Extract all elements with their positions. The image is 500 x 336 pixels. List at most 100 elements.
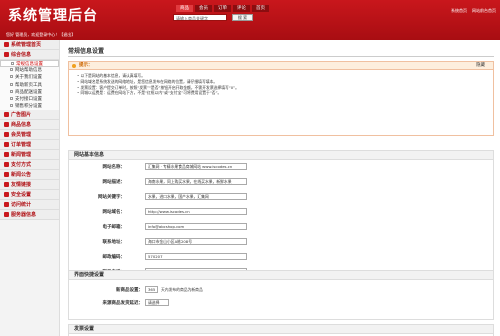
postcode-input[interactable]: 570207	[145, 253, 247, 260]
sidebar-group-news-admin[interactable]: 新闻管理	[0, 150, 59, 161]
form-row: 邮政编码： 570207	[69, 250, 493, 265]
sidebar-group-products[interactable]: 商品信息	[0, 120, 59, 131]
sidebar-item-payment[interactable]: 支付接口设置	[0, 95, 59, 104]
field-label: 邮政编码：	[102, 255, 126, 260]
form-row: 网站关键字： 水果，进口水果，国产水果，汇集网	[69, 190, 493, 205]
form-row: 网站名称： 汇集网 · 专精水果食品商城网站 www.iscodes.cn	[69, 160, 493, 175]
sidebar-group-links[interactable]: 友情链接	[0, 180, 59, 191]
search-bar: 请输入商品关键字 搜 索	[173, 14, 253, 21]
sidebar-item-label: 帮助新页工具	[15, 82, 42, 88]
sidebar-group-label: 广告图片	[11, 112, 32, 119]
email-input[interactable]: info@abcshop.com	[145, 223, 247, 230]
sidebar-item-help-tool[interactable]: 帮助新页工具	[0, 81, 59, 89]
folder-icon	[4, 132, 9, 138]
sidebar-group-label: 新闻公告	[11, 172, 32, 179]
sidebar-group-server[interactable]: 服务器信息	[0, 210, 59, 221]
sidebar-item-help[interactable]: 网站帮助信息	[0, 67, 59, 75]
sidebar-item-about[interactable]: 关于我们设置	[0, 74, 59, 82]
tips-list: 以下是网站的基本信息，请认真填写。 网站域名是系统发送的网络地址，是您信息发布在…	[69, 70, 493, 99]
doc-icon	[10, 68, 13, 72]
sidebar-item-label: 网站帮助信息	[15, 68, 42, 74]
field-label: 网站域名：	[102, 210, 126, 215]
doc-icon	[10, 82, 13, 86]
form-row: 网站描述： 海南水果，同上购买水果，在线买水果，新鲜水果	[69, 175, 493, 190]
title-divider	[68, 56, 494, 57]
nav-tab-members[interactable]: 会员	[195, 5, 212, 12]
sidebar-group-payment[interactable]: 支付方式	[0, 160, 59, 171]
welcome-text: 您好 管理员，欢迎登录中心！【退出】	[6, 32, 76, 37]
nav-tab-home[interactable]: 首页	[252, 5, 269, 12]
lightbulb-icon	[72, 64, 76, 68]
site-name-input[interactable]: 汇集网 · 专精水果食品商城网站 www.iscodes.cn	[145, 163, 247, 170]
form-row: 新商品设置： 365 天内发布的商品为新商品	[69, 283, 493, 296]
top-nav: 商品 会员 订单 评论 首页	[176, 5, 269, 12]
tips-title: 提示：	[79, 63, 93, 68]
field-label: 来源商品发货延迟：	[102, 301, 144, 306]
field-label: 电子邮箱：	[102, 225, 126, 230]
folder-icon	[4, 182, 9, 188]
frontend-home-link[interactable]: 网站前台首页	[472, 8, 496, 14]
system-home-link[interactable]: 系统首页	[451, 8, 467, 14]
section-header: 网站基本信息	[69, 151, 493, 160]
nav-tab-products[interactable]: 商品	[176, 5, 193, 12]
section-header: 发票设置	[69, 325, 493, 334]
new-product-days-input[interactable]: 365	[145, 286, 158, 293]
site-description-input[interactable]: 海南水果，同上购买水果，在线买水果，新鲜水果	[145, 178, 247, 185]
sidebar-group-security[interactable]: 安全设置	[0, 190, 59, 201]
form-row: 网站域名： http://www.iscodes.cn	[69, 205, 493, 220]
field-label: 网站关键字：	[98, 195, 125, 200]
sidebar-group-home[interactable]: 系统管理首页	[0, 40, 59, 50]
section-header: 界面快捷设置	[69, 271, 493, 280]
sidebar-item-general-settings[interactable]: 常规信息设置	[0, 60, 59, 68]
doc-icon	[10, 96, 13, 100]
sidebar-group-label: 商品信息	[11, 122, 32, 129]
tips-hide-toggle[interactable]: 隐藏	[476, 62, 485, 70]
app-title: 系统管理后台	[8, 8, 98, 24]
sidebar-item-label: 商品配送设置	[15, 89, 42, 95]
main-content: 常规信息设置 提示： 隐藏 以下是网站的基本信息，请认真填写。 网站域名是系统发…	[64, 40, 500, 336]
tips-panel: 提示： 隐藏 以下是网站的基本信息，请认真填写。 网站域名是系统发送的网络地址，…	[68, 61, 494, 136]
nav-tab-comments[interactable]: 评论	[233, 5, 250, 12]
sidebar-group-orders[interactable]: 订单管理	[0, 140, 59, 151]
sidebar-group-notices[interactable]: 新闻公告	[0, 170, 59, 181]
sidebar-item-delivery[interactable]: 商品配送设置	[0, 88, 59, 96]
search-input[interactable]: 请输入商品关键字	[173, 14, 227, 21]
tips-header: 提示： 隐藏	[69, 62, 493, 70]
form-row: 来源商品发货延迟： 请选择	[69, 296, 493, 309]
sidebar-group-general[interactable]: 综合信息	[0, 50, 59, 60]
folder-icon	[4, 142, 9, 148]
sidebar-group-label: 友情链接	[11, 182, 32, 189]
site-keywords-input[interactable]: 水果，进口水果，国产水果，汇集网	[145, 193, 247, 200]
address-input[interactable]: 海口市金山小区A栋208号	[145, 238, 247, 245]
doc-icon	[11, 62, 14, 65]
sidebar-group-members[interactable]: 会员管理	[0, 130, 59, 141]
sidebar-group-label: 安全设置	[11, 192, 32, 199]
sidebar-item-points[interactable]: 销售积分设置	[0, 103, 59, 111]
folder-icon	[4, 42, 9, 47]
field-label: 网站描述：	[102, 180, 126, 185]
page-title: 常规信息设置	[68, 48, 105, 55]
search-button[interactable]: 搜 索	[232, 14, 253, 21]
folder-icon	[4, 52, 9, 57]
folder-icon	[4, 212, 9, 218]
doc-icon	[10, 104, 13, 108]
sidebar-group-label: 支付方式	[11, 162, 32, 169]
folder-icon	[4, 112, 9, 118]
folder-icon	[4, 122, 9, 128]
nav-tab-orders[interactable]: 订单	[214, 5, 231, 12]
sidebar-group-ads[interactable]: 广告图片	[0, 110, 59, 121]
field-label: 新商品设置：	[116, 288, 143, 293]
folder-icon	[4, 172, 9, 178]
field-label: 联系地址：	[102, 240, 126, 245]
sidebar-item-label: 支付接口设置	[15, 96, 42, 102]
sidebar-group-stats[interactable]: 访问统计	[0, 200, 59, 211]
invoice-settings-section: 发票设置	[68, 324, 494, 336]
doc-icon	[10, 89, 13, 93]
folder-icon	[4, 202, 9, 208]
delivery-delay-select[interactable]: 请选择	[145, 299, 169, 306]
sidebar-group-label: 综合信息	[11, 52, 32, 58]
site-domain-input[interactable]: http://www.iscodes.cn	[145, 208, 247, 215]
folder-icon	[4, 152, 9, 158]
doc-icon	[10, 75, 13, 79]
sidebar-group-label: 系统管理首页	[11, 42, 42, 48]
